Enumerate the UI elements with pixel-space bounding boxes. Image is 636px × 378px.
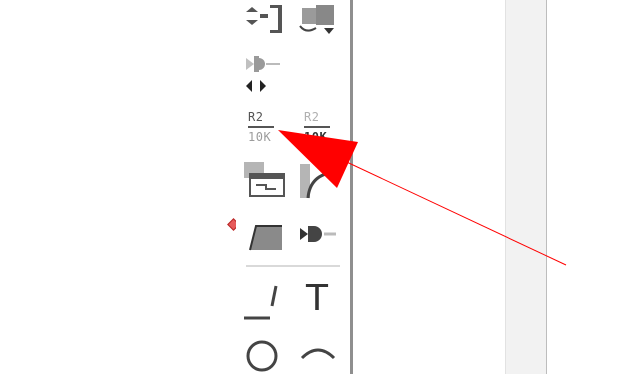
resistor-label-tool[interactable]: R2 10K [242,103,286,147]
resistor-name-dim-text: R2 [304,110,320,124]
curve-bracket-icon [300,164,337,199]
data-io-icon [299,5,334,34]
ramp-shape-tool[interactable] [242,212,286,256]
switch-connector-tool[interactable] [242,0,286,44]
meter-box-tool[interactable] [242,158,286,202]
gate-arrows-tool[interactable] [242,50,286,94]
right-margin [547,0,636,374]
tool-palette: R2 10K R2 10K T [236,0,353,374]
circle-tool-icon [246,340,278,372]
curve-bracket-tool[interactable] [298,158,342,202]
resistor-name-text: R2 [248,110,264,124]
switch-connector-icon [246,5,282,33]
circle-tool[interactable] [242,334,286,378]
line-tool[interactable] [242,280,286,324]
text-tool-icon: T [306,278,328,319]
arc-tool-icon [300,348,336,360]
side-scroll-panel[interactable] [505,0,548,374]
plug-connector-icon [300,226,336,242]
arc-tool[interactable] [298,334,342,378]
resistor-label-dim-tool[interactable]: R2 10K [298,103,342,147]
meter-box-icon [244,162,285,197]
text-tool[interactable]: T [298,278,342,324]
resistor-value-dim-text: 10K [304,130,328,144]
ramp-shape-icon [249,225,282,251]
resistor-value-text: 10K [248,130,272,144]
left-canvas[interactable] [0,0,236,374]
gate-arrows-icon [246,56,280,92]
line-tool-icon [244,285,278,320]
resistor-dim-underline [304,126,330,128]
plug-connector-tool[interactable] [298,212,342,256]
data-io-tool[interactable] [294,0,338,44]
drawing-area[interactable] [353,0,505,374]
resistor-underline [248,126,274,128]
palette-divider [246,265,340,267]
